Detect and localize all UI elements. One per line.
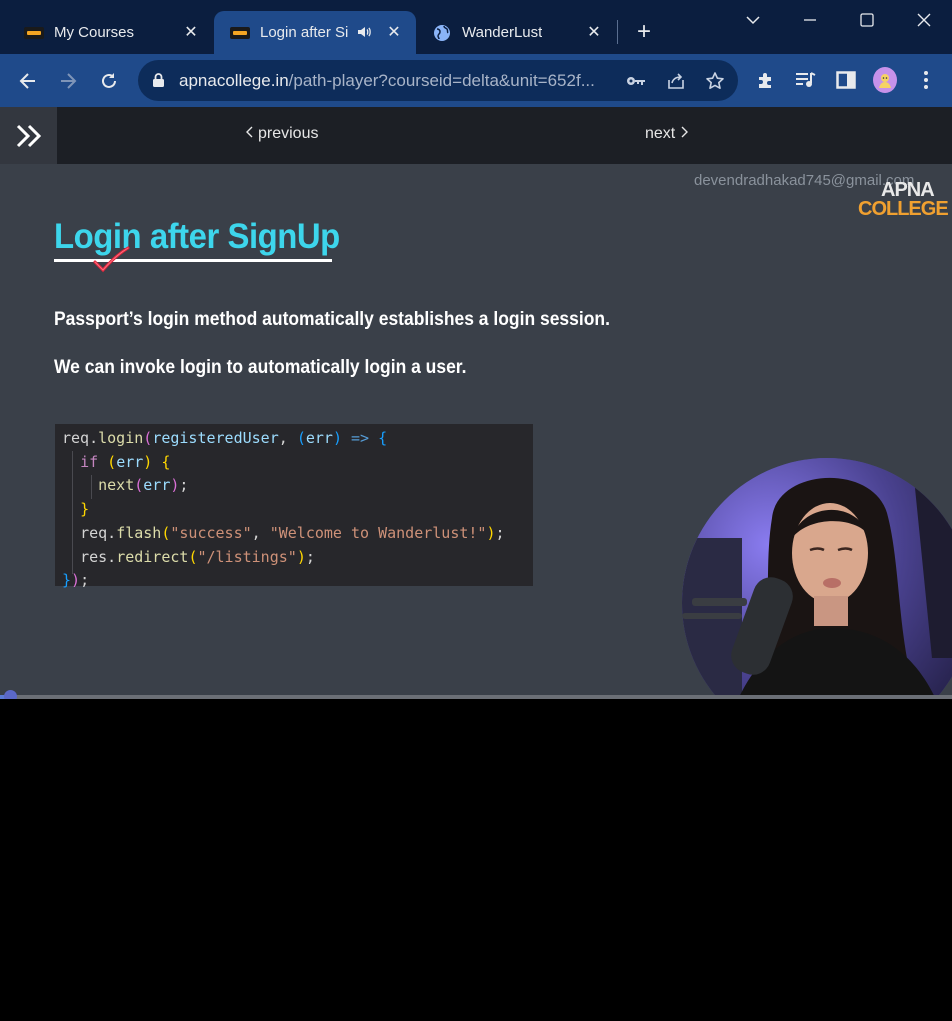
red-tick-annotation bbox=[93, 246, 130, 273]
apna-college-favicon bbox=[230, 23, 250, 43]
close-window-button[interactable] bbox=[909, 8, 939, 32]
tab-search-icon[interactable] bbox=[738, 8, 768, 32]
url-path: /path-player?courseid=delta&unit=652f... bbox=[288, 71, 595, 90]
slide-paragraph-2: We can invoke login to automatically log… bbox=[54, 357, 467, 378]
chevron-right-icon bbox=[680, 125, 689, 143]
code-line-1: req.login(registeredUser, (err) => { bbox=[62, 429, 388, 447]
close-icon[interactable]: ✕ bbox=[181, 22, 201, 42]
code-token: "/listings" bbox=[197, 547, 297, 566]
next-button[interactable]: next bbox=[645, 125, 689, 143]
browser-toolbar: apnacollege.in/path-player?courseid=delt… bbox=[0, 54, 952, 107]
video-letterbox bbox=[0, 699, 952, 1021]
slide-paragraph-1: Passport’s login method automatically es… bbox=[54, 309, 610, 330]
double-chevron-right-icon bbox=[16, 124, 41, 147]
code-token: flash bbox=[116, 523, 162, 542]
code-line-6: res.redirect("/listings"); bbox=[80, 547, 315, 566]
code-token: "Welcome to Wanderlust!" bbox=[269, 523, 487, 542]
forward-button[interactable] bbox=[53, 66, 83, 96]
key-icon[interactable] bbox=[625, 70, 647, 92]
extensions-icon[interactable] bbox=[754, 68, 778, 92]
tab-wanderlust[interactable]: WanderLust ✕ bbox=[416, 11, 616, 54]
previous-button[interactable]: previous bbox=[246, 125, 318, 143]
logo-line-2: COLLEGE bbox=[858, 198, 949, 220]
code-token: login bbox=[98, 429, 144, 447]
apna-college-logo: APNA COLLEGE bbox=[858, 180, 949, 220]
tab-title: Login after Si bbox=[260, 24, 348, 41]
sidebar-toggle-button[interactable] bbox=[0, 107, 57, 164]
back-button[interactable] bbox=[13, 66, 43, 96]
code-token: if bbox=[80, 452, 99, 471]
code-line-3: next(err); bbox=[98, 476, 189, 495]
code-token: redirect bbox=[116, 547, 189, 566]
tab-strip: My Courses ✕ Login after Si ✕ WanderLust… bbox=[0, 0, 952, 54]
minimize-button[interactable] bbox=[795, 8, 825, 32]
lock-icon[interactable] bbox=[152, 72, 165, 93]
video-slide[interactable]: devendradhakad745@gmail.com APNA COLLEGE… bbox=[0, 164, 952, 696]
apna-college-favicon bbox=[24, 23, 44, 43]
code-line-5: req.flash("success", "Welcome to Wanderl… bbox=[80, 523, 505, 542]
tab-separator bbox=[617, 20, 618, 44]
tab-my-courses[interactable]: My Courses ✕ bbox=[8, 11, 213, 54]
menu-kebab-icon[interactable] bbox=[914, 68, 938, 92]
url-host: apnacollege.in bbox=[179, 71, 289, 90]
code-token: next bbox=[98, 476, 135, 495]
tab-title: WanderLust bbox=[462, 24, 543, 41]
previous-label: previous bbox=[258, 125, 319, 143]
url-text[interactable]: apnacollege.in/path-player?courseid=delt… bbox=[179, 71, 619, 91]
code-token: err bbox=[305, 429, 333, 447]
code-token: req bbox=[80, 523, 108, 542]
presenter-webcam bbox=[682, 458, 952, 696]
tab-title: My Courses bbox=[54, 24, 135, 41]
close-icon[interactable]: ✕ bbox=[584, 22, 604, 42]
code-line-4: } bbox=[80, 500, 90, 519]
new-tab-button[interactable]: + bbox=[632, 20, 656, 44]
chevron-left-icon bbox=[246, 125, 254, 143]
tab-login-after-signup[interactable]: Login after Si ✕ bbox=[214, 11, 416, 54]
maximize-button[interactable] bbox=[852, 8, 882, 32]
speaker-icon[interactable] bbox=[356, 24, 372, 44]
side-panel-icon[interactable] bbox=[834, 68, 858, 92]
code-snippet: req.login(registeredUser, (err) => { if … bbox=[55, 424, 533, 589]
next-label: next bbox=[645, 125, 676, 143]
code-token: res bbox=[80, 547, 108, 566]
code-token: err bbox=[116, 452, 144, 471]
code-token: err bbox=[143, 476, 171, 495]
share-icon[interactable] bbox=[665, 70, 687, 92]
close-icon[interactable]: ✕ bbox=[384, 22, 404, 42]
lesson-nav-bar: previous next bbox=[0, 107, 952, 164]
code-token: "success" bbox=[170, 523, 252, 542]
profile-avatar[interactable] bbox=[873, 67, 897, 93]
bookmark-star-icon[interactable] bbox=[704, 70, 726, 92]
address-bar[interactable]: apnacollege.in/path-player?courseid=delt… bbox=[138, 60, 738, 101]
code-token: req bbox=[62, 429, 90, 447]
reload-button[interactable] bbox=[94, 66, 124, 96]
globe-icon bbox=[432, 23, 452, 43]
media-controls-icon[interactable] bbox=[794, 68, 818, 92]
code-line-7: }); bbox=[62, 571, 90, 590]
code-line-2: if (err) { bbox=[80, 452, 171, 471]
code-token: registeredUser bbox=[152, 429, 279, 447]
